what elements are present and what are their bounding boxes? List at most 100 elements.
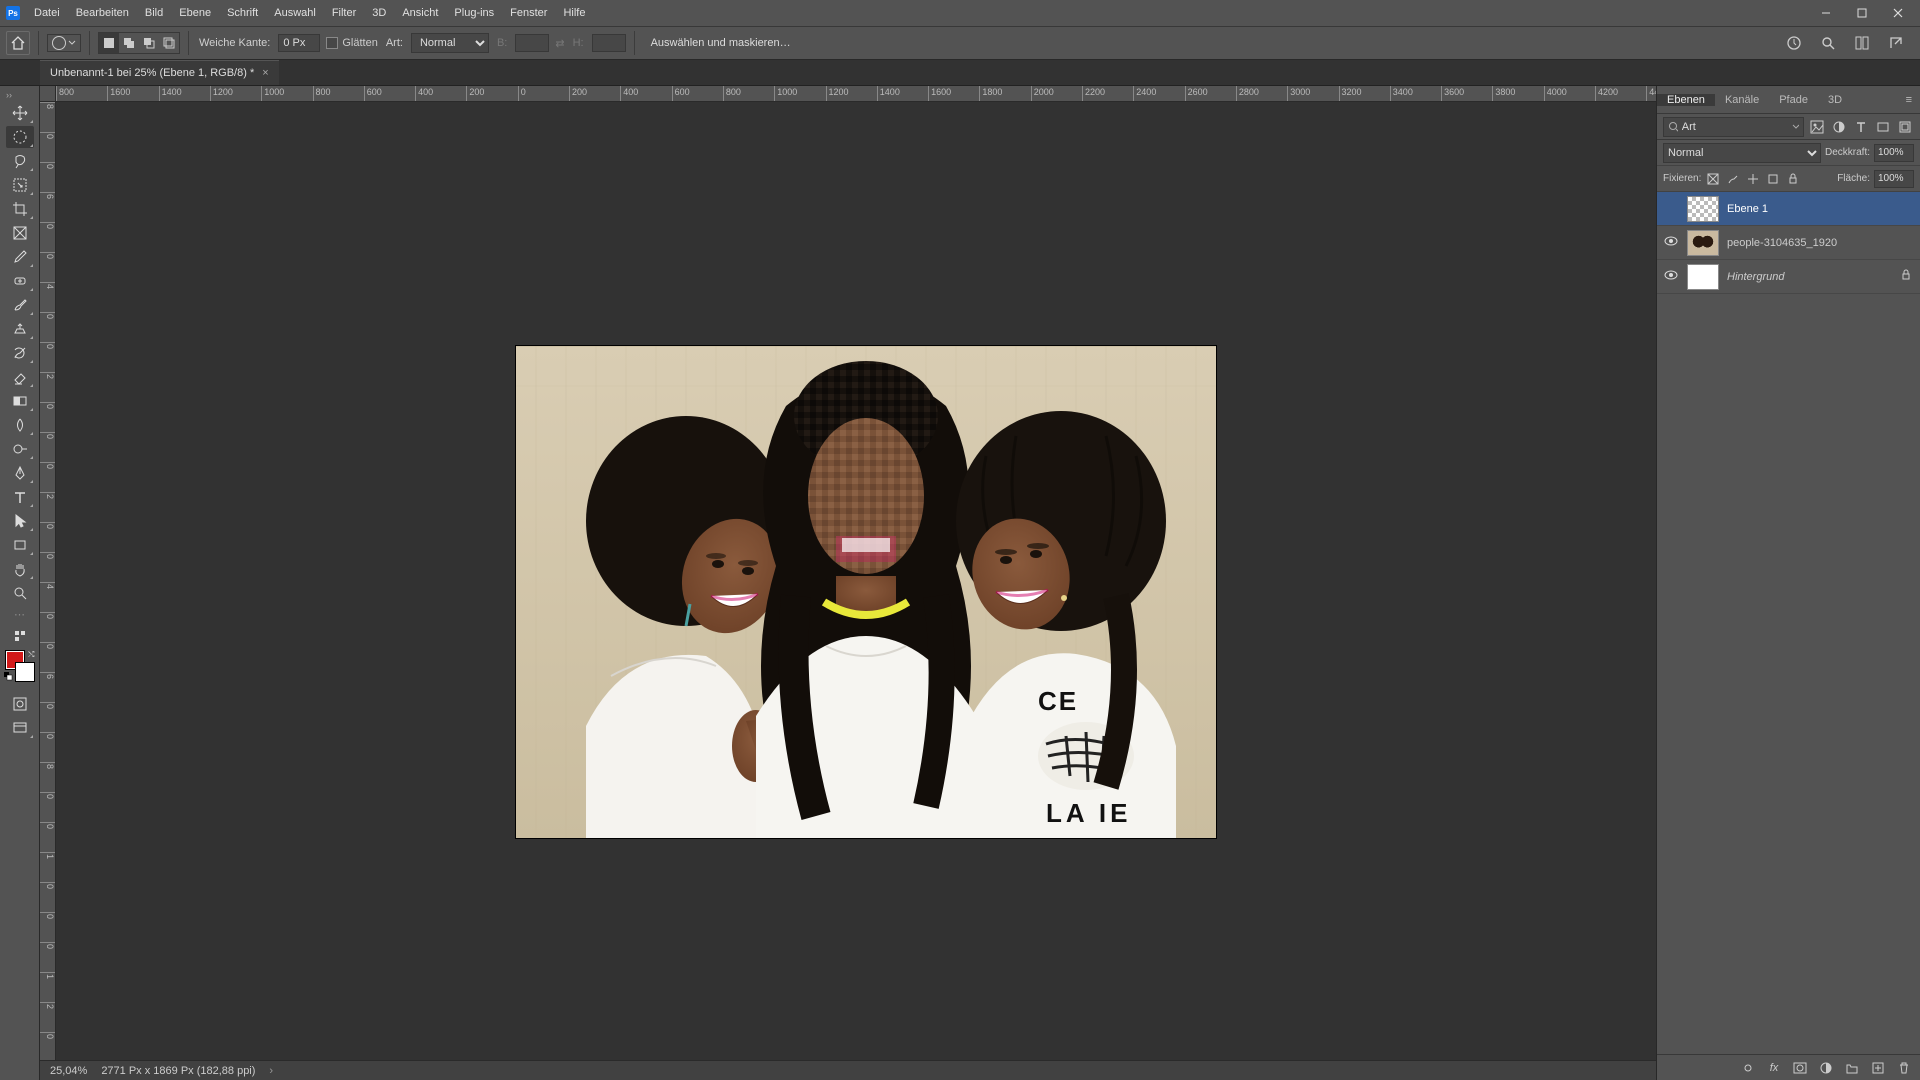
default-colors-icon[interactable] bbox=[4, 672, 14, 682]
new-layer-icon[interactable] bbox=[1870, 1060, 1886, 1076]
brush-tool[interactable] bbox=[6, 294, 34, 316]
filter-shape-icon[interactable] bbox=[1874, 118, 1892, 136]
menu-fenster[interactable]: Fenster bbox=[502, 7, 555, 19]
menu-bearbeiten[interactable]: Bearbeiten bbox=[68, 7, 137, 19]
lock-artboard-icon[interactable] bbox=[1765, 171, 1781, 187]
close-tab-icon[interactable]: × bbox=[262, 67, 268, 79]
panel-tab-pfade[interactable]: Pfade bbox=[1769, 94, 1818, 106]
intersect-selection-button[interactable] bbox=[159, 33, 179, 53]
delete-layer-icon[interactable] bbox=[1896, 1060, 1912, 1076]
feather-input[interactable] bbox=[278, 34, 320, 52]
lasso-tool[interactable] bbox=[6, 150, 34, 172]
ruler-horizontal[interactable]: 8001600140012001000800600400200020040060… bbox=[56, 86, 1656, 102]
share-icon[interactable] bbox=[1884, 31, 1908, 55]
new-selection-button[interactable] bbox=[99, 33, 119, 53]
eyedropper-tool[interactable] bbox=[6, 246, 34, 268]
document-tab[interactable]: Unbenannt-1 bei 25% (Ebene 1, RGB/8) * × bbox=[40, 60, 279, 85]
layer-name[interactable]: Ebene 1 bbox=[1727, 203, 1914, 215]
object-selection-tool[interactable] bbox=[6, 174, 34, 196]
tool-preset[interactable] bbox=[47, 34, 81, 52]
crop-tool[interactable] bbox=[6, 198, 34, 220]
lock-all-icon[interactable] bbox=[1785, 171, 1801, 187]
menu-plug-ins[interactable]: Plug-ins bbox=[446, 7, 502, 19]
workspace-icon[interactable] bbox=[1850, 31, 1874, 55]
menu-hilfe[interactable]: Hilfe bbox=[555, 7, 593, 19]
opacity-input[interactable] bbox=[1874, 144, 1914, 162]
swap-colors-icon[interactable]: ⤭ bbox=[28, 650, 34, 660]
ruler-origin[interactable] bbox=[40, 86, 56, 102]
adjustment-layer-icon[interactable] bbox=[1818, 1060, 1834, 1076]
screen-mode-button[interactable] bbox=[6, 717, 34, 739]
menu-bild[interactable]: Bild bbox=[137, 7, 171, 19]
edit-toolbar-button[interactable] bbox=[6, 625, 34, 647]
visibility-toggle[interactable] bbox=[1663, 268, 1679, 285]
search-icon[interactable] bbox=[1816, 31, 1840, 55]
select-and-mask-button[interactable]: Auswählen und maskieren… bbox=[643, 37, 799, 49]
group-icon[interactable] bbox=[1844, 1060, 1860, 1076]
zoom-tool[interactable] bbox=[6, 582, 34, 604]
filter-image-icon[interactable] bbox=[1808, 118, 1826, 136]
zoom-level[interactable]: 25,04% bbox=[50, 1065, 87, 1077]
pen-tool[interactable] bbox=[6, 462, 34, 484]
panel-tab-kanäle[interactable]: Kanäle bbox=[1715, 94, 1769, 106]
minimize-button[interactable] bbox=[1808, 0, 1844, 26]
lock-position-icon[interactable] bbox=[1745, 171, 1761, 187]
layer-name[interactable]: Hintergrund bbox=[1727, 271, 1892, 283]
layer-search-input[interactable] bbox=[1682, 121, 1789, 133]
lock-brush-icon[interactable] bbox=[1725, 171, 1741, 187]
rectangle-tool[interactable] bbox=[6, 534, 34, 556]
panel-menu-icon[interactable]: ≡ bbox=[1898, 94, 1920, 106]
ruler-vertical[interactable]: 800600400200020040060080010001200 bbox=[40, 102, 56, 1060]
fill-input[interactable] bbox=[1874, 170, 1914, 188]
layer-mask-icon[interactable] bbox=[1792, 1060, 1808, 1076]
canvas[interactable]: CE LA IE bbox=[56, 102, 1656, 1060]
style-select[interactable]: Normal bbox=[411, 33, 489, 53]
filter-type-icon[interactable] bbox=[1852, 118, 1870, 136]
background-color[interactable] bbox=[16, 663, 34, 681]
layer-style-icon[interactable]: fx bbox=[1766, 1060, 1782, 1076]
subtract-selection-button[interactable] bbox=[139, 33, 159, 53]
layer-search[interactable] bbox=[1663, 117, 1804, 137]
menu-3d[interactable]: 3D bbox=[364, 7, 394, 19]
layer-name[interactable]: people-3104635_1920 bbox=[1727, 237, 1914, 249]
toolbox-collapse-icon[interactable]: ›› bbox=[0, 90, 12, 100]
panel-tab-ebenen[interactable]: Ebenen bbox=[1657, 94, 1715, 106]
hand-tool[interactable] bbox=[6, 558, 34, 580]
quick-mask-button[interactable] bbox=[6, 693, 34, 715]
dodge-tool[interactable] bbox=[6, 438, 34, 460]
frame-tool[interactable] bbox=[6, 222, 34, 244]
filter-adjust-icon[interactable] bbox=[1830, 118, 1848, 136]
eraser-tool[interactable] bbox=[6, 366, 34, 388]
lock-pixels-icon[interactable] bbox=[1705, 171, 1721, 187]
antialias-checkbox[interactable]: Glätten bbox=[326, 37, 377, 49]
menu-auswahl[interactable]: Auswahl bbox=[266, 7, 324, 19]
filter-smart-icon[interactable] bbox=[1896, 118, 1914, 136]
type-tool[interactable] bbox=[6, 486, 34, 508]
visibility-toggle[interactable] bbox=[1663, 234, 1679, 251]
menu-filter[interactable]: Filter bbox=[324, 7, 364, 19]
history-brush-tool[interactable] bbox=[6, 342, 34, 364]
close-button[interactable] bbox=[1880, 0, 1916, 26]
status-menu-icon[interactable]: › bbox=[269, 1065, 273, 1077]
layer-row[interactable]: people-3104635_1920 bbox=[1657, 226, 1920, 260]
add-selection-button[interactable] bbox=[119, 33, 139, 53]
blend-mode-select[interactable]: Normal bbox=[1663, 143, 1821, 163]
elliptical-marquee-tool[interactable] bbox=[6, 126, 34, 148]
path-selection-tool[interactable] bbox=[6, 510, 34, 532]
maximize-button[interactable] bbox=[1844, 0, 1880, 26]
layer-row[interactable]: Hintergrund bbox=[1657, 260, 1920, 294]
link-layers-icon[interactable] bbox=[1740, 1060, 1756, 1076]
home-button[interactable] bbox=[6, 31, 30, 55]
menu-ebene[interactable]: Ebene bbox=[171, 7, 219, 19]
gradient-tool[interactable] bbox=[6, 390, 34, 412]
healing-brush-tool[interactable] bbox=[6, 270, 34, 292]
layer-row[interactable]: Ebene 1 bbox=[1657, 192, 1920, 226]
menu-ansicht[interactable]: Ansicht bbox=[394, 7, 446, 19]
menu-schrift[interactable]: Schrift bbox=[219, 7, 266, 19]
toolbox-more-icon[interactable]: ⋯ bbox=[14, 608, 25, 621]
panel-tab-3d[interactable]: 3D bbox=[1818, 94, 1852, 106]
cloud-sync-icon[interactable] bbox=[1782, 31, 1806, 55]
blur-tool[interactable] bbox=[6, 414, 34, 436]
menu-datei[interactable]: Datei bbox=[26, 7, 68, 19]
clone-stamp-tool[interactable] bbox=[6, 318, 34, 340]
